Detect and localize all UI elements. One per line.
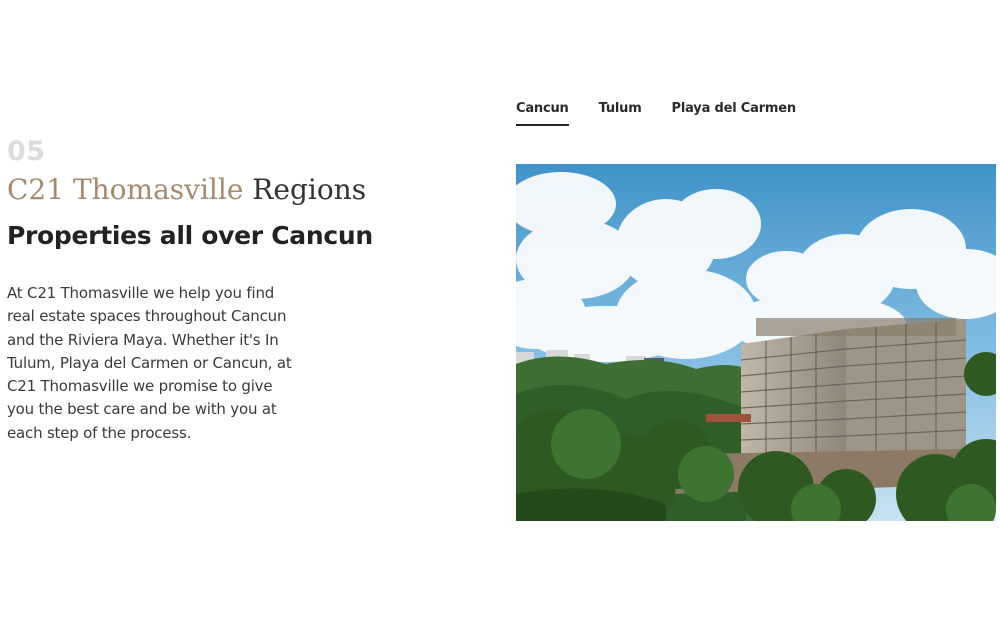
section-number: 05 — [7, 136, 46, 167]
regions-title-brand: C21 Thomasville — [7, 173, 244, 206]
region-tabs: Cancun Tulum Playa del Carmen — [516, 98, 796, 126]
regions-description: At C21 Thomasville we help you find real… — [7, 284, 292, 442]
tab-tulum[interactable]: Tulum — [599, 98, 642, 126]
regions-section: 05 C21 Thomasville Regions Properties al… — [0, 0, 1000, 642]
tab-playa-del-carmen[interactable]: Playa del Carmen — [672, 98, 797, 126]
regions-title-rest: Regions — [252, 173, 367, 206]
regions-title: C21 Thomasville Regions — [7, 172, 427, 208]
regions-headline: Properties all over Cancun — [7, 221, 373, 250]
tab-cancun[interactable]: Cancun — [516, 98, 569, 126]
regions-intro: 05 C21 Thomasville Regions Properties al… — [7, 136, 427, 460]
region-photo — [516, 164, 996, 521]
